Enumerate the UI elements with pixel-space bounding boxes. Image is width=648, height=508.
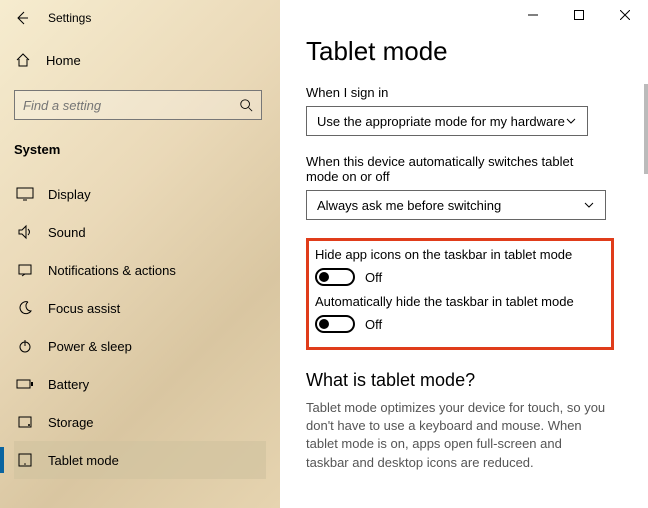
main-pane: Tablet mode When I sign in Use the appro… [280, 0, 648, 508]
category-header: System [14, 142, 266, 157]
app-title: Settings [48, 11, 91, 25]
battery-icon [16, 375, 34, 393]
titlebar-left: Settings [0, 0, 280, 36]
search-icon [239, 98, 253, 112]
tablet-icon [16, 451, 34, 469]
page-title: Tablet mode [306, 36, 628, 67]
notifications-icon [16, 261, 34, 279]
nav-label: Battery [48, 377, 89, 392]
switch-knob [319, 319, 329, 329]
nav-label: Storage [48, 415, 94, 430]
sound-icon [16, 223, 34, 241]
toggle-hide-icons-switch[interactable] [315, 268, 355, 286]
toggle-hide-taskbar: Automatically hide the taskbar in tablet… [315, 294, 605, 333]
signin-label: When I sign in [306, 85, 628, 100]
home-icon [14, 51, 32, 69]
sidebar-item-battery[interactable]: Battery [14, 365, 266, 403]
sidebar-body: Home System Display Sound Notificatio [0, 36, 280, 479]
nav-label: Power & sleep [48, 339, 132, 354]
home-link[interactable]: Home [14, 44, 266, 76]
power-icon [16, 337, 34, 355]
toggle-hide-icons: Hide app icons on the taskbar in tablet … [315, 247, 605, 286]
sidebar-item-focus-assist[interactable]: Focus assist [14, 289, 266, 327]
toggle1-value: Off [365, 270, 382, 285]
chevron-down-icon [583, 199, 595, 211]
window-controls [508, 0, 648, 30]
nav-label: Sound [48, 225, 86, 240]
sidebar-item-sound[interactable]: Sound [14, 213, 266, 251]
toggle2-label: Automatically hide the taskbar in tablet… [315, 294, 605, 309]
what-heading: What is tablet mode? [306, 370, 628, 391]
sidebar-item-notifications[interactable]: Notifications & actions [14, 251, 266, 289]
auto-label: When this device automatically switches … [306, 154, 606, 184]
minimize-button[interactable] [510, 0, 556, 30]
sidebar-item-power-sleep[interactable]: Power & sleep [14, 327, 266, 365]
toggle1-label: Hide app icons on the taskbar in tablet … [315, 247, 605, 262]
minimize-icon [528, 10, 538, 20]
content: Tablet mode When I sign in Use the appro… [280, 0, 648, 472]
search-input[interactable] [14, 90, 262, 120]
search-field[interactable] [23, 98, 223, 113]
auto-value: Always ask me before switching [317, 198, 501, 213]
nav-label: Notifications & actions [48, 263, 176, 278]
display-icon [16, 185, 34, 203]
sidebar: Settings Home System Display [0, 0, 280, 508]
nav-list: Display Sound Notifications & actions Fo… [14, 175, 266, 479]
signin-select[interactable]: Use the appropriate mode for my hardware [306, 106, 588, 136]
auto-select[interactable]: Always ask me before switching [306, 190, 606, 220]
what-description: Tablet mode optimizes your device for to… [306, 399, 606, 472]
chevron-down-icon [565, 115, 577, 127]
sidebar-item-display[interactable]: Display [14, 175, 266, 213]
storage-icon [16, 413, 34, 431]
back-button[interactable] [10, 6, 34, 30]
switch-knob [319, 272, 329, 282]
maximize-icon [574, 10, 584, 20]
signin-value: Use the appropriate mode for my hardware [317, 114, 565, 129]
nav-label: Focus assist [48, 301, 120, 316]
home-label: Home [46, 53, 81, 68]
settings-window: Settings Home System Display [0, 0, 648, 508]
scrollbar[interactable] [644, 84, 648, 174]
nav-label: Display [48, 187, 91, 202]
close-icon [620, 10, 630, 20]
toggle2-value: Off [365, 317, 382, 332]
moon-icon [16, 299, 34, 317]
maximize-button[interactable] [556, 0, 602, 30]
arrow-left-icon [14, 10, 30, 26]
close-button[interactable] [602, 0, 648, 30]
highlight-annotation: Hide app icons on the taskbar in tablet … [306, 238, 614, 350]
toggle-hide-taskbar-switch[interactable] [315, 315, 355, 333]
sidebar-item-storage[interactable]: Storage [14, 403, 266, 441]
nav-label: Tablet mode [48, 453, 119, 468]
sidebar-item-tablet-mode[interactable]: Tablet mode [14, 441, 266, 479]
